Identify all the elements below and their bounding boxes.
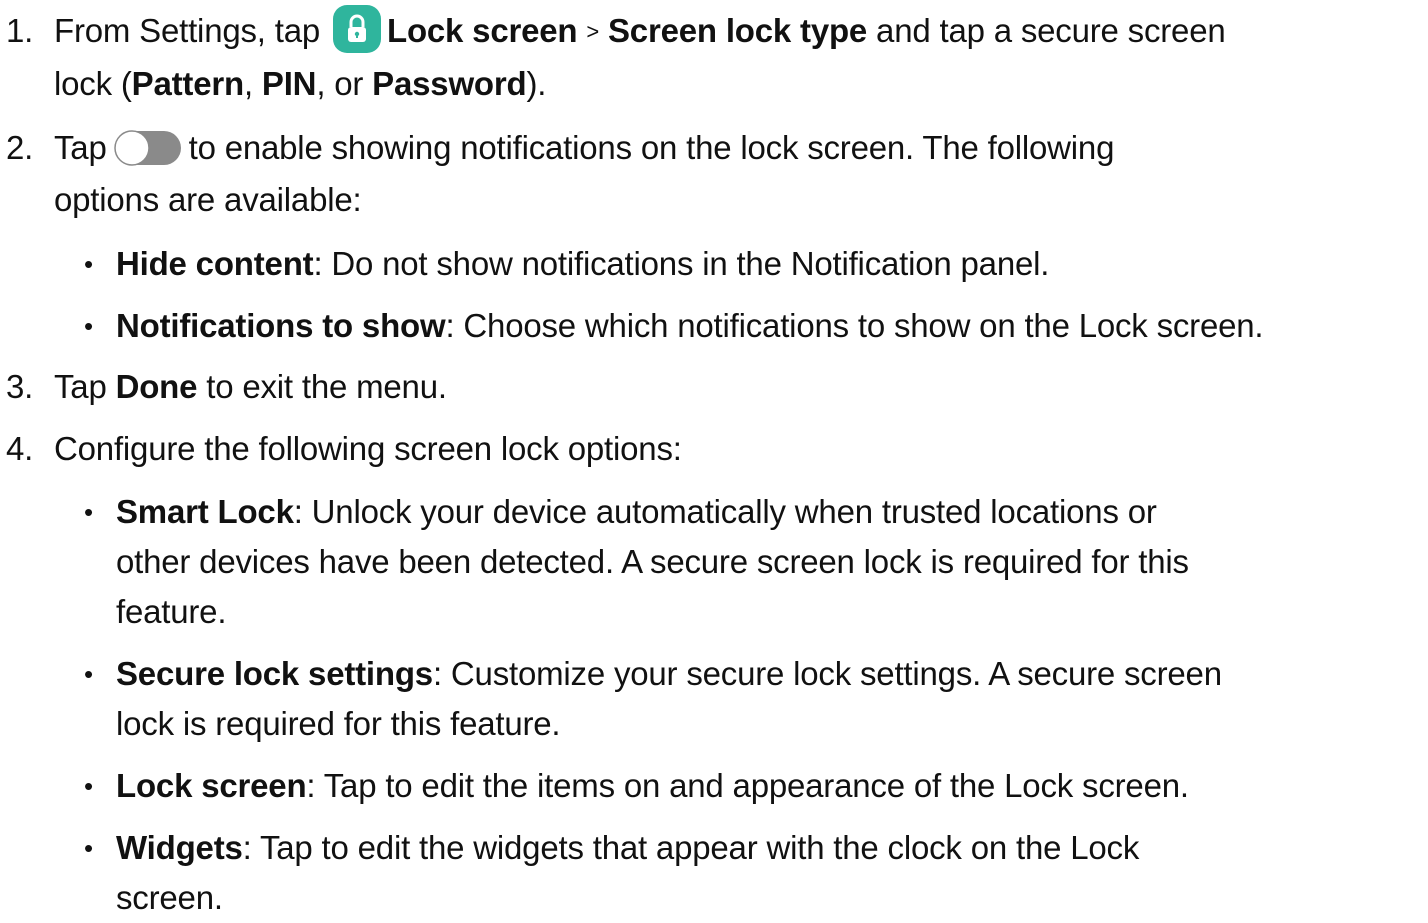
bullet-dot: •	[84, 311, 93, 341]
step-text: From Settings, tap	[54, 12, 321, 49]
step-number: 3.	[6, 368, 34, 405]
bullet-dot: •	[84, 771, 93, 801]
toggle-icon	[113, 129, 183, 167]
done-label: Done	[115, 368, 198, 405]
bullet-hide-content: • Hide content: Do not show notification…	[84, 239, 1416, 289]
bullet-smart-lock: • Smart Lock: Unlock your device automat…	[84, 487, 1416, 637]
step-text: options are available:	[54, 181, 362, 218]
menu-path-lock-screen: Lock screen	[386, 12, 578, 49]
bullet-term: Smart Lock	[116, 493, 294, 530]
bullet-term: Widgets	[116, 829, 243, 866]
step-1: 1. From Settings, tap Lock screen > Scre…	[6, 5, 1414, 110]
step-number: 2.	[6, 129, 34, 166]
option-pattern: Pattern	[131, 65, 244, 102]
bullet-dot: •	[84, 833, 93, 863]
step-text: lock (	[54, 65, 132, 102]
bullet-dot: •	[84, 249, 93, 279]
bullet-term: Notifications to show	[116, 307, 446, 344]
bullet-text: : Choose which notifications to show on …	[445, 307, 1264, 344]
bullet-text: : Tap to edit the items on and appearanc…	[306, 767, 1189, 804]
step-number: 1.	[6, 12, 34, 49]
bullet-text: lock is required for this feature.	[116, 705, 561, 742]
bullet-dot: •	[84, 497, 93, 527]
instruction-document: 1. From Settings, tap Lock screen > Scre…	[0, 0, 1428, 916]
step-2: 2. Tap to enable showing notifications o…	[6, 122, 1414, 226]
bullet-term: Hide content	[116, 245, 314, 282]
bullet-term: Secure lock settings	[116, 655, 433, 692]
step-text: Configure the following screen lock opti…	[54, 430, 682, 467]
menu-path-screen-lock-type: Screen lock type	[607, 12, 868, 49]
step-text: and tap a secure screen	[876, 12, 1226, 49]
bullet-notifications-to-show: • Notifications to show: Choose which no…	[84, 301, 1416, 351]
bullet-dot: •	[84, 659, 93, 689]
step-text: Tap	[54, 368, 107, 405]
path-separator: >	[586, 19, 600, 44]
step-4: 4. Configure the following screen lock o…	[6, 423, 1414, 475]
bullet-text: : Do not show notifications in the Notif…	[313, 245, 1050, 282]
step-text: ,	[243, 65, 253, 102]
bullet-secure-lock-settings: • Secure lock settings: Customize your s…	[84, 649, 1416, 749]
option-password: Password	[372, 65, 527, 102]
bullet-text: other devices have been detected. A secu…	[116, 543, 1189, 580]
step-number: 4.	[6, 430, 34, 467]
bullet-text: : Customize your secure lock settings. A…	[432, 655, 1222, 692]
lock-icon	[332, 5, 381, 53]
step-3: 3. Tap Done to exit the menu.	[6, 361, 1414, 413]
bullet-text: feature.	[116, 593, 227, 630]
step-text: Tap	[54, 129, 107, 166]
step-text: to enable showing notifications on the l…	[188, 129, 1115, 166]
bullet-term: Lock screen	[116, 767, 307, 804]
step-text: to exit the menu.	[206, 368, 447, 405]
bullet-widgets: • Widgets: Tap to edit the widgets that …	[84, 823, 1416, 923]
bullet-lock-screen: • Lock screen: Tap to edit the items on …	[84, 761, 1416, 811]
bullet-text: : Unlock your device automatically when …	[293, 493, 1157, 530]
bullet-text: screen.	[116, 879, 223, 916]
step-text: , or	[316, 65, 364, 102]
option-pin: PIN	[261, 65, 317, 102]
bullet-text: : Tap to edit the widgets that appear wi…	[242, 829, 1140, 866]
step-text: ).	[526, 65, 547, 102]
